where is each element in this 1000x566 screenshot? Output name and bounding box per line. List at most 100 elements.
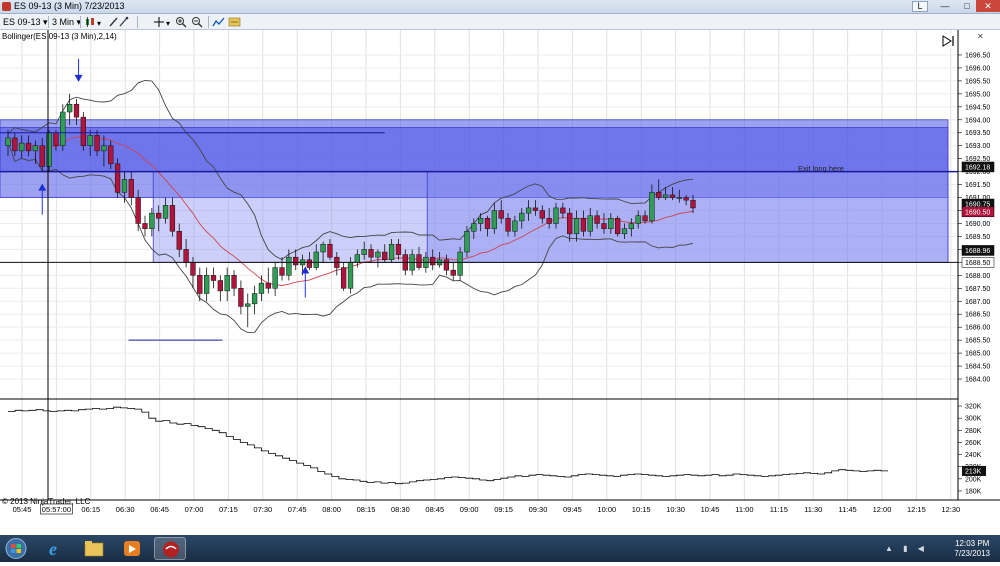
internet-explorer-icon: e bbox=[49, 539, 57, 559]
time-tick-label: 05:57:00 bbox=[42, 505, 71, 514]
instrument-selector[interactable]: ES 09-13 ▾ bbox=[3, 16, 48, 28]
price-tick-label: 1684.00 bbox=[965, 377, 990, 384]
candle-body bbox=[567, 212, 573, 235]
price-tick-label: 1691.50 bbox=[965, 182, 990, 189]
volume-tick-label: 260K bbox=[965, 440, 982, 447]
indicator-label: Bollinger(ES 09-13 (3 Min),2,14) bbox=[2, 32, 117, 41]
chart-area[interactable]: 05:45 05:57:00 06:15 06:30 06:45 07:00 07:15 07… bbox=[0, 30, 1000, 535]
price-zone bbox=[426, 171, 949, 263]
clock[interactable]: 12:03 PM 7/23/2013 bbox=[954, 539, 990, 559]
annotation-text[interactable]: Exit long here bbox=[798, 164, 844, 173]
candle-body bbox=[368, 249, 374, 258]
draw-tool-button[interactable] bbox=[108, 16, 134, 28]
svg-text:▾: ▾ bbox=[166, 19, 170, 28]
candle-body bbox=[471, 223, 477, 232]
price-tick-label: 1694.00 bbox=[965, 117, 990, 124]
strategies-button[interactable] bbox=[228, 16, 242, 28]
candle-body bbox=[505, 218, 511, 232]
taskbar-ninjatrader[interactable] bbox=[154, 537, 186, 560]
price-tick-label: 1684.50 bbox=[965, 364, 990, 371]
candle-body bbox=[690, 199, 696, 209]
candle-body bbox=[46, 132, 52, 167]
volume-tick-label: 180K bbox=[965, 488, 982, 495]
candle-body bbox=[662, 194, 669, 198]
chevron-down-icon: ▾ bbox=[40, 17, 48, 27]
time-tick-label: 10:45 bbox=[701, 505, 720, 514]
candle-body bbox=[183, 249, 189, 263]
maximize-icon[interactable]: □ bbox=[956, 0, 978, 12]
candle-body bbox=[265, 282, 271, 289]
window-title: ES 09-13 (3 Min) 7/23/2013 bbox=[14, 1, 125, 11]
time-tick-label: 11:00 bbox=[735, 505, 753, 514]
interval-selector[interactable]: 3 Min ▾ bbox=[52, 16, 81, 28]
candle-body bbox=[251, 293, 258, 305]
tray-arrow-icon[interactable]: ▲ bbox=[885, 544, 897, 553]
candle-body bbox=[573, 218, 580, 235]
candle-body bbox=[73, 103, 80, 118]
time-tick-label: 07:00 bbox=[185, 505, 204, 514]
chart-background bbox=[0, 30, 1000, 535]
candle-body bbox=[190, 262, 196, 276]
pencil-icon bbox=[109, 16, 129, 27]
media-player-icon bbox=[124, 541, 140, 556]
candle-body bbox=[39, 145, 45, 167]
taskbar-explorer[interactable] bbox=[78, 537, 110, 560]
candle-body bbox=[635, 215, 641, 224]
taskbar-media[interactable] bbox=[116, 537, 148, 560]
toolbar-divider bbox=[208, 16, 209, 28]
crosshair-button[interactable]: ▾ bbox=[153, 16, 173, 28]
candle-body bbox=[80, 116, 86, 146]
candle-body bbox=[587, 215, 593, 232]
candle-body bbox=[457, 251, 463, 276]
folder-icon bbox=[84, 541, 104, 557]
candle-body bbox=[683, 197, 689, 201]
svg-text:e: e bbox=[49, 539, 57, 559]
price-tick-label: 1696.00 bbox=[965, 65, 990, 72]
minimize-icon[interactable]: — bbox=[934, 0, 956, 12]
zoom-out-button[interactable] bbox=[191, 16, 203, 28]
candle-body bbox=[272, 267, 278, 289]
candle-body bbox=[238, 288, 244, 307]
close-icon: ✕ bbox=[977, 32, 984, 41]
candle-body bbox=[388, 243, 395, 261]
copyright-label: © 2013 NinjaTrader, LLC bbox=[2, 497, 91, 506]
scroll-right-button[interactable] bbox=[940, 34, 956, 48]
price-marker-label: 1688.96 bbox=[965, 248, 990, 255]
indicators-button[interactable] bbox=[212, 16, 226, 28]
candle-body bbox=[231, 275, 237, 289]
candle-body bbox=[560, 207, 566, 214]
candle-body bbox=[532, 207, 539, 211]
taskbar-ie[interactable]: e bbox=[40, 537, 72, 560]
candle-body bbox=[656, 192, 662, 198]
time-tick-label: 07:45 bbox=[288, 505, 307, 514]
bar-type-button[interactable]: ▾ bbox=[84, 16, 108, 28]
time-tick-label: 11:30 bbox=[804, 505, 822, 514]
candle-body bbox=[375, 251, 381, 258]
candle-body bbox=[306, 259, 313, 268]
price-tick-label: 1686.50 bbox=[965, 312, 990, 319]
candle-body bbox=[649, 192, 655, 222]
volume-icon[interactable]: ◀ bbox=[918, 544, 928, 553]
time-tick-label: 08:30 bbox=[391, 505, 410, 514]
price-marker-label: 1692.18 bbox=[965, 164, 990, 171]
system-tray[interactable]: ▲ ▮ ◀ bbox=[885, 544, 928, 553]
candle-body bbox=[621, 228, 628, 235]
candle-body bbox=[94, 135, 100, 152]
panel-close-button[interactable]: ✕ bbox=[977, 32, 984, 41]
time-tick-label: 08:00 bbox=[322, 505, 341, 514]
candle-body bbox=[519, 212, 525, 222]
close-icon[interactable]: ✕ bbox=[976, 0, 1000, 12]
zoom-in-button[interactable] bbox=[175, 16, 187, 28]
candle-body bbox=[19, 142, 25, 152]
time-tick-label: 08:15 bbox=[357, 505, 376, 514]
candle-body bbox=[615, 218, 621, 235]
network-icon[interactable]: ▮ bbox=[903, 544, 911, 553]
candle-body bbox=[478, 218, 484, 224]
zoom-in-icon bbox=[176, 17, 187, 28]
toolbar-divider bbox=[48, 16, 49, 28]
candle-body bbox=[601, 223, 607, 229]
time-tick-label: 12:00 bbox=[873, 505, 892, 514]
candle-body bbox=[498, 210, 504, 219]
start-button[interactable] bbox=[2, 537, 30, 560]
link-button[interactable]: L bbox=[912, 1, 928, 12]
